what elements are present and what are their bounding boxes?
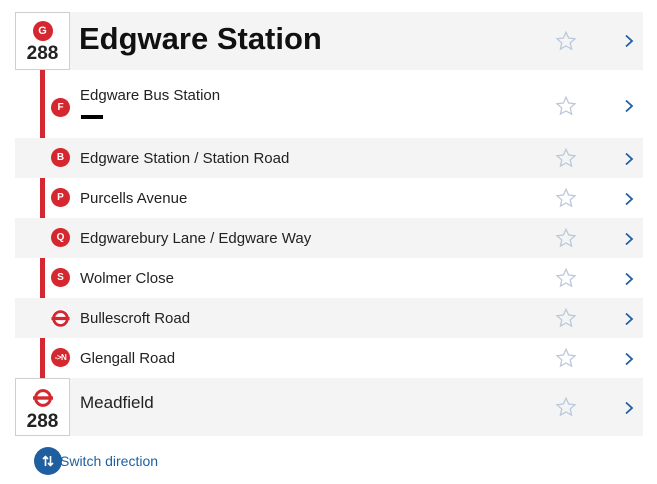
stop-row[interactable]: P Purcells Avenue [15, 178, 643, 218]
star-icon[interactable] [555, 267, 577, 289]
star-icon[interactable] [555, 95, 577, 117]
stop-letter-badge: B [51, 148, 70, 167]
chevron-right-icon[interactable] [623, 312, 635, 326]
switch-direction-button[interactable] [34, 447, 62, 475]
stop-row[interactable]: B Edgware Station / Station Road [15, 138, 643, 178]
stop-letter-badge: F [51, 98, 70, 117]
chevron-right-icon[interactable] [623, 34, 635, 48]
star-icon[interactable] [555, 347, 577, 369]
switch-direction-link[interactable]: Switch direction [60, 453, 158, 469]
stop-name: Bullescroft Road [80, 310, 191, 327]
origin-stop-letter: G [32, 21, 53, 41]
route-indicator-bar [81, 115, 103, 119]
stop-letter-badge: P [51, 188, 70, 207]
star-icon[interactable] [555, 396, 577, 418]
stop-name: Edgware Station / Station Road [80, 150, 290, 167]
swap-arrows-icon [42, 455, 54, 467]
chevron-right-icon[interactable] [623, 352, 635, 366]
stop-row[interactable]: ->N Glengall Road [15, 338, 643, 378]
stop-name: Wolmer Close [80, 270, 174, 287]
star-icon[interactable] [555, 227, 577, 249]
stop-row[interactable]: Q Edgwarebury Lane / Edgware Way [15, 218, 643, 258]
roundel-icon [50, 308, 71, 329]
stop-row[interactable]: F Edgware Bus Station [15, 70, 643, 138]
star-icon[interactable] [555, 307, 577, 329]
stop-name: Glengall Road [80, 350, 176, 367]
origin-row[interactable]: G 288 Edgware Station [15, 12, 643, 70]
stop-row[interactable]: Bullescroft Road [15, 298, 643, 338]
destination-route-badge: 288 [15, 378, 70, 436]
origin-route-badge: G 288 [15, 12, 70, 70]
star-icon[interactable] [555, 30, 577, 52]
star-icon[interactable] [555, 147, 577, 169]
stop-letter-badge: ->N [51, 348, 70, 367]
destination-route-number: 288 [26, 411, 59, 432]
roundel-icon [32, 389, 53, 407]
stop-name: Edgwarebury Lane / Edgware Way [80, 230, 312, 247]
stop-letter-badge: S [51, 268, 70, 287]
chevron-right-icon[interactable] [623, 99, 635, 113]
chevron-right-icon[interactable] [623, 192, 635, 206]
chevron-right-icon[interactable] [623, 272, 635, 286]
chevron-right-icon[interactable] [623, 401, 635, 415]
stop-row[interactable]: S Wolmer Close [15, 258, 643, 298]
stop-name: Edgware Bus Station [80, 87, 221, 104]
destination-row[interactable]: 288 Meadfield [15, 378, 643, 436]
stop-name: Purcells Avenue [80, 190, 188, 207]
stop-letter-badge: Q [51, 228, 70, 247]
chevron-right-icon[interactable] [623, 152, 635, 166]
origin-route-number: 288 [26, 43, 59, 64]
destination-title: Meadfield [80, 393, 154, 412]
origin-title: Edgware Station [79, 21, 322, 56]
chevron-right-icon[interactable] [623, 232, 635, 246]
star-icon[interactable] [555, 187, 577, 209]
